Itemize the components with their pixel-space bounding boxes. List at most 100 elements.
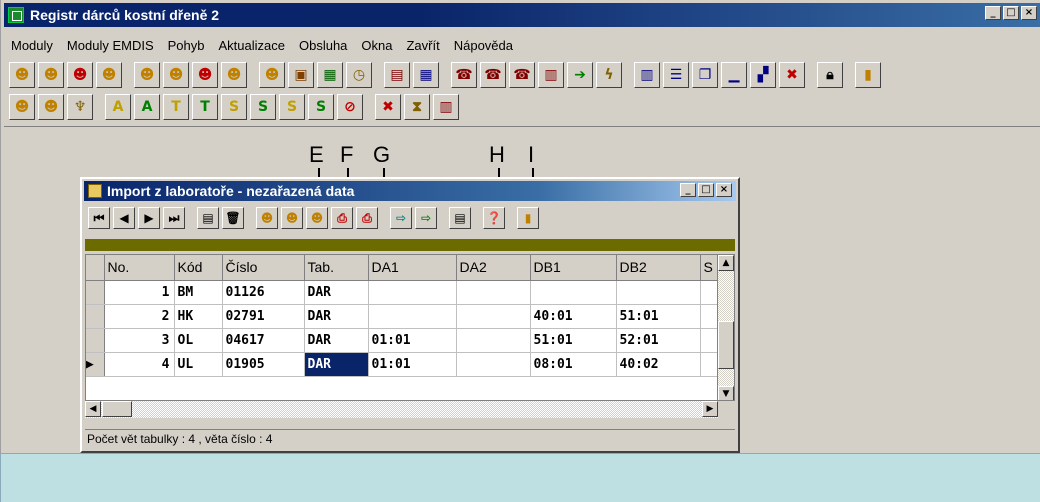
forward-icon[interactable]: ➔ — [567, 62, 593, 88]
cell-tab[interactable]: DAR — [304, 280, 369, 305]
menu-aktualizace[interactable]: Aktualizace — [212, 36, 292, 56]
menu-zavrit[interactable]: Zavřít — [399, 36, 446, 56]
scroll-thumb[interactable] — [102, 401, 132, 417]
print-icon[interactable]: ⎙ — [331, 207, 353, 229]
letter-t-icon[interactable]: T — [163, 94, 189, 120]
column-header[interactable]: DB1 — [530, 255, 617, 281]
cell-db2[interactable]: 51:01 — [616, 304, 701, 329]
person-icon[interactable]: ☻ — [259, 62, 285, 88]
minimize-button[interactable]: _ — [680, 183, 696, 197]
person-icon[interactable]: ☻ — [38, 62, 64, 88]
current-row-indicator[interactable]: ▶ — [86, 352, 105, 377]
minimize-all-icon[interactable]: ▁ — [721, 62, 747, 88]
next-record-icon[interactable]: ▶ — [138, 207, 160, 229]
letter-t-icon[interactable]: T — [192, 94, 218, 120]
letter-s-icon[interactable]: S — [221, 94, 247, 120]
cell-db2[interactable]: 52:01 — [616, 328, 701, 353]
letter-a-icon[interactable]: A — [105, 94, 131, 120]
import-icon[interactable]: ▣ — [288, 62, 314, 88]
person-icon[interactable]: ☻ — [221, 62, 247, 88]
exit-door-icon[interactable]: ▮ — [855, 62, 881, 88]
column-header[interactable]: Kód — [174, 255, 223, 281]
cell-cislo[interactable]: 02791 — [222, 304, 305, 329]
letter-a-icon[interactable]: A — [134, 94, 160, 120]
cell-da1[interactable] — [368, 304, 457, 329]
filter-icon[interactable]: ♆ — [67, 94, 93, 120]
person-icon[interactable]: ☻ — [9, 62, 35, 88]
cell-no[interactable]: 4 — [104, 352, 175, 377]
cell-cislo[interactable]: 01126 — [222, 280, 305, 305]
cell-da2[interactable] — [456, 352, 531, 377]
letter-s-icon[interactable]: S — [308, 94, 334, 120]
cell-kod[interactable]: OL — [174, 328, 223, 353]
sort-icon[interactable]: ⧗ — [404, 94, 430, 120]
cell-da1[interactable] — [368, 280, 457, 305]
column-header[interactable]: DB2 — [616, 255, 701, 281]
table-row[interactable]: ▶ 4 UL 01905 DAR 01:01 08:01 40:02 — [86, 352, 721, 377]
row-indicator[interactable] — [86, 280, 105, 305]
person-icon[interactable]: ☻ — [163, 62, 189, 88]
cell-da2[interactable] — [456, 328, 531, 353]
row-indicator[interactable] — [86, 328, 105, 353]
import-icon[interactable]: ⇨ — [390, 207, 412, 229]
maximize-button[interactable]: □ — [698, 183, 714, 197]
tile-vertical-icon[interactable]: ▥ — [634, 62, 660, 88]
lock-icon[interactable]: 🔒︎ — [817, 62, 843, 88]
cascade-icon[interactable]: ❐ — [692, 62, 718, 88]
document-icon[interactable]: ▤ — [449, 207, 471, 229]
cell-no[interactable]: 3 — [104, 328, 175, 353]
table-row[interactable]: 3 OL 04617 DAR 01:01 51:01 52:01 — [86, 328, 721, 353]
close-button[interactable]: × — [1021, 6, 1037, 20]
print-icon[interactable]: ⎙ — [356, 207, 378, 229]
tile-horizontal-icon[interactable]: ☰ — [663, 62, 689, 88]
lightning-icon[interactable]: ϟ — [596, 62, 622, 88]
letter-s-icon[interactable]: S — [250, 94, 276, 120]
prev-record-icon[interactable]: ◀ — [113, 207, 135, 229]
cell-tab[interactable]: DAR — [304, 328, 369, 353]
cell-db1[interactable]: 40:01 — [530, 304, 617, 329]
document-icon[interactable]: ▤ — [197, 207, 219, 229]
scroll-left-icon[interactable]: ◀ — [85, 401, 101, 417]
person-icon[interactable]: ☻ — [306, 207, 328, 229]
grid-icon[interactable]: ▦ — [317, 62, 343, 88]
table-icon[interactable]: ▦ — [413, 62, 439, 88]
help-icon[interactable]: ❓ — [483, 207, 505, 229]
import-icon[interactable]: ⇨ — [415, 207, 437, 229]
phone-icon[interactable]: ☎ — [451, 62, 477, 88]
window-icon[interactable]: ▥ — [433, 94, 459, 120]
person-icon[interactable]: ☻ — [9, 94, 35, 120]
letter-s-icon[interactable]: S — [279, 94, 305, 120]
data-grid[interactable]: No. Kód Číslo Tab. DA1 DA2 DB1 DB2 S 1 B… — [85, 254, 735, 401]
row-indicator[interactable] — [86, 304, 105, 329]
scroll-right-icon[interactable]: ▶ — [702, 401, 718, 417]
cell-db2[interactable]: 40:02 — [616, 352, 701, 377]
menu-obsluha[interactable]: Obsluha — [292, 36, 354, 56]
column-header[interactable]: Číslo — [222, 255, 305, 281]
cell-da1[interactable]: 01:01 — [368, 352, 457, 377]
menu-okna[interactable]: Okna — [354, 36, 399, 56]
vertical-scrollbar[interactable]: ▲ ▼ — [717, 255, 734, 400]
delete-icon[interactable]: ✖ — [375, 94, 401, 120]
person-icon[interactable]: ☻ — [192, 62, 218, 88]
cell-no[interactable]: 1 — [104, 280, 175, 305]
scroll-up-icon[interactable]: ▲ — [718, 255, 734, 271]
phone-icon[interactable]: ☎ — [509, 62, 535, 88]
person-icon[interactable]: ☻ — [134, 62, 160, 88]
window-icon[interactable]: ▥ — [538, 62, 564, 88]
cell-no[interactable]: 2 — [104, 304, 175, 329]
report-icon[interactable]: ▤ — [384, 62, 410, 88]
cell-tab-selected[interactable]: DAR — [304, 352, 369, 377]
column-header[interactable]: DA2 — [456, 255, 531, 281]
cell-kod[interactable]: HK — [174, 304, 223, 329]
person-icon[interactable]: ☻ — [96, 62, 122, 88]
cell-kod[interactable]: UL — [174, 352, 223, 377]
close-all-icon[interactable]: ✖ — [779, 62, 805, 88]
phone-icon[interactable]: ☎ — [480, 62, 506, 88]
last-record-icon[interactable]: ⏭ — [163, 207, 185, 229]
minimize-button[interactable]: _ — [985, 6, 1001, 20]
column-header[interactable]: No. — [104, 255, 175, 281]
maximize-button[interactable]: □ — [1003, 6, 1019, 20]
menu-napoveda[interactable]: Nápověda — [447, 36, 520, 56]
person-icon[interactable]: ☻ — [256, 207, 278, 229]
exit-door-icon[interactable]: ▮ — [517, 207, 539, 229]
